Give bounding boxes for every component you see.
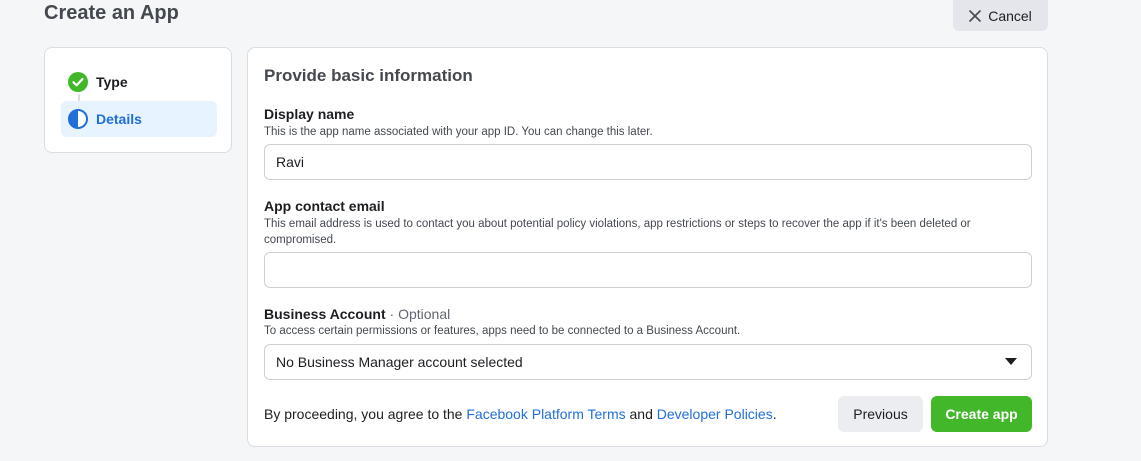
business-account-label: Business Account · Optional (264, 306, 450, 322)
terms-text: By proceeding, you agree to the Facebook… (264, 406, 777, 422)
cancel-button[interactable]: Cancel (953, 0, 1048, 31)
business-account-label-text: Business Account (264, 306, 386, 322)
previous-button[interactable]: Previous (838, 396, 923, 432)
caret-down-icon (1005, 358, 1017, 366)
step-type[interactable]: Type (61, 64, 217, 100)
optional-tag: · Optional (385, 306, 451, 322)
contact-email-help: This email address is used to contact yo… (264, 218, 971, 246)
section-title: Provide basic information (264, 66, 473, 85)
display-name-input[interactable] (264, 144, 1032, 180)
step-label: Type (96, 74, 128, 90)
cancel-label: Cancel (988, 7, 1032, 24)
display-name-label: Display name (264, 106, 355, 122)
step-details[interactable]: Details (61, 101, 217, 137)
contact-email-input[interactable] (264, 252, 1032, 288)
page-title: Create an App (44, 2, 179, 24)
business-account-select[interactable]: No Business Manager account selected (264, 344, 1032, 380)
platform-terms-link[interactable]: Facebook Platform Terms (466, 406, 625, 422)
business-account-selected: No Business Manager account selected (276, 354, 523, 370)
terms-prefix: By proceeding, you agree to the (264, 406, 467, 422)
display-name-help: This is the app name associated with you… (264, 126, 653, 138)
terms-middle: and (625, 406, 657, 422)
close-icon (969, 9, 982, 22)
check-circle-icon (68, 72, 88, 92)
steps-panel: Type Details (44, 47, 232, 153)
details-form-card: Provide basic information Display name T… (247, 47, 1048, 447)
business-account-help: To access certain permissions or feature… (264, 325, 741, 337)
create-app-button[interactable]: Create app (931, 396, 1032, 432)
step-label: Details (96, 111, 142, 127)
half-circle-icon (68, 109, 88, 129)
contact-email-label: App contact email (264, 198, 385, 214)
terms-suffix: . (772, 406, 777, 422)
developer-policies-link[interactable]: Developer Policies (657, 406, 773, 422)
